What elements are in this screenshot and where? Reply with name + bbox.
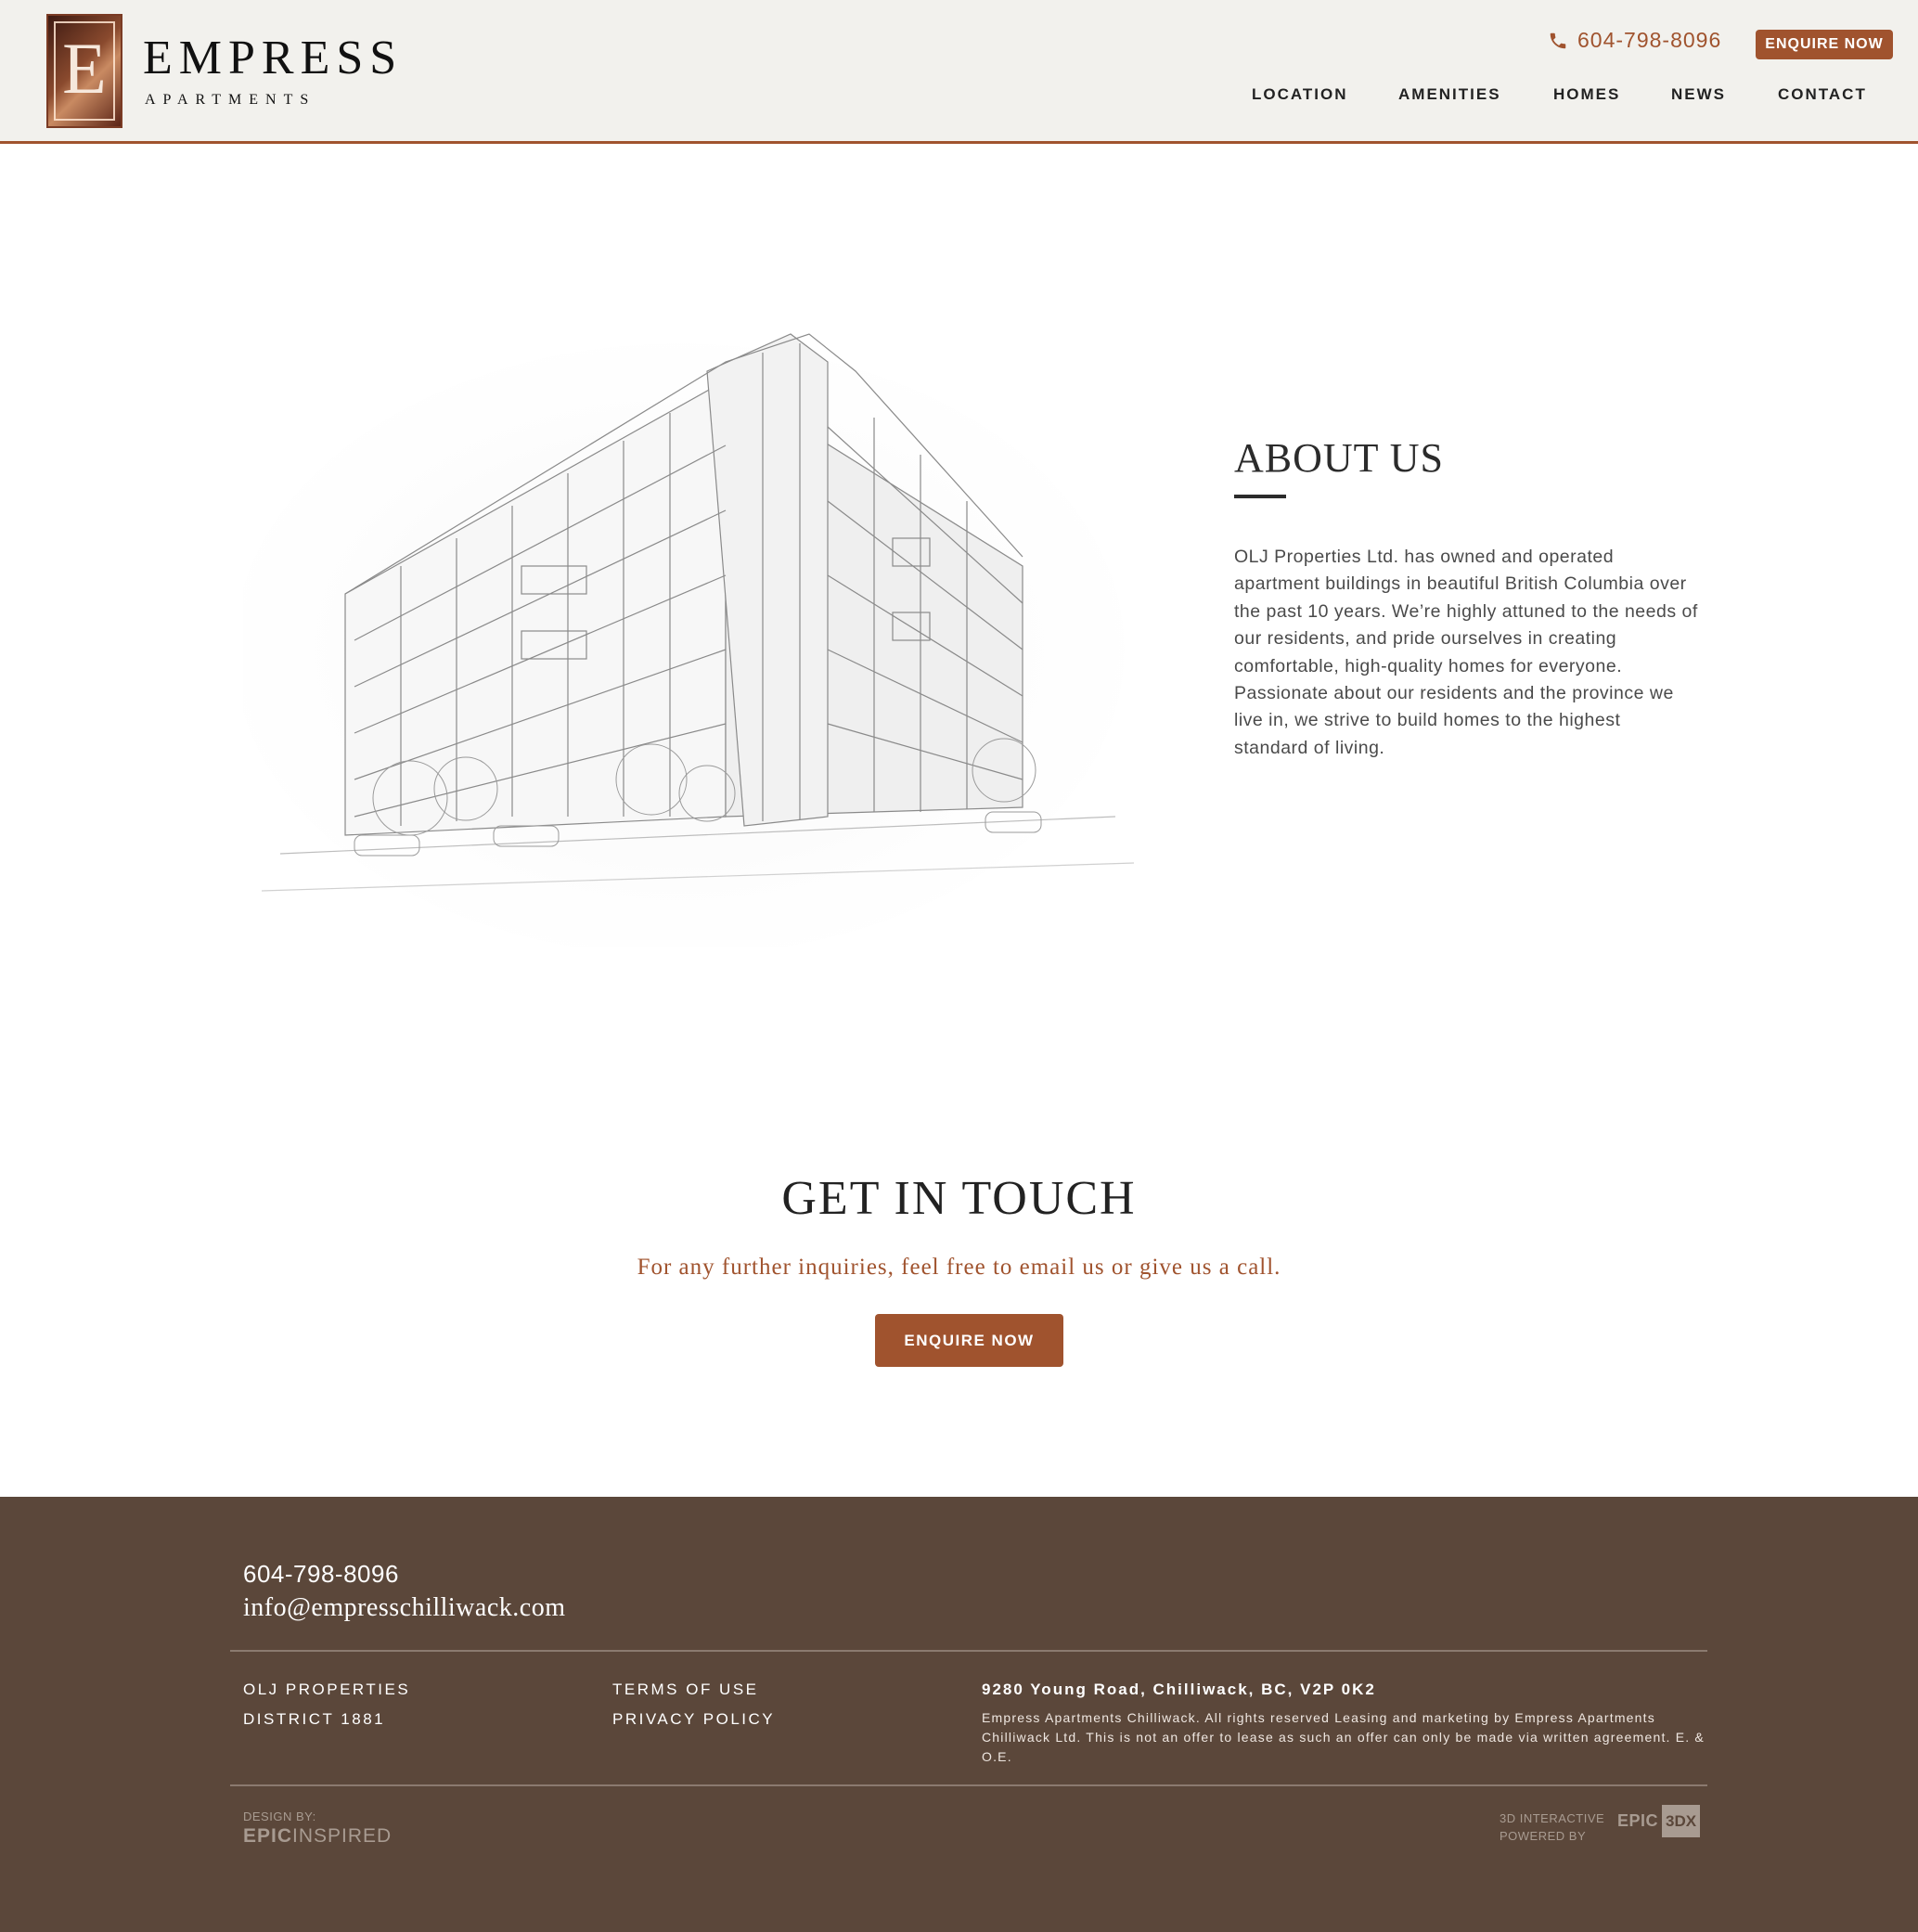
epic3dx-brand-2: 3DX — [1662, 1805, 1701, 1837]
header-enquire-button[interactable]: ENQUIRE NOW — [1756, 30, 1893, 59]
phone-icon — [1550, 32, 1566, 48]
epic-inspired-logo[interactable]: EPICINSPIRED — [243, 1825, 392, 1848]
interactive-powered-label: 3D INTERACTIVE POWERED BY — [1500, 1810, 1604, 1845]
design-brand-bold: EPIC — [243, 1825, 293, 1847]
nav-item-homes[interactable]: HOMES — [1553, 85, 1620, 104]
header-phone-link[interactable]: 604-798-8096 — [1548, 28, 1721, 53]
epic-3dx-logo[interactable]: EPIC 3DX — [1617, 1805, 1701, 1837]
footer-link-district-1881[interactable]: DISTRICT 1881 — [243, 1710, 385, 1729]
site-footer: 604-798-8096 info@empresschilliwack.com … — [0, 1497, 1918, 1932]
footer-link-terms[interactable]: TERMS OF USE — [612, 1681, 759, 1699]
about-body-text: OLJ Properties Ltd. has owned and operat… — [1234, 547, 1698, 758]
brand-logo[interactable]: E EMPRESS APARTMENTS — [46, 14, 403, 128]
interactive-line-2: POWERED BY — [1500, 1829, 1587, 1843]
interactive-line-1: 3D INTERACTIVE — [1500, 1811, 1605, 1825]
design-brand-light: INSPIRED — [292, 1825, 393, 1847]
design-by-label: DESIGN BY: — [243, 1810, 316, 1823]
about-title-underline — [1234, 495, 1286, 498]
nav-item-news[interactable]: NEWS — [1671, 85, 1726, 104]
footer-email-link[interactable]: info@empresschilliwack.com — [243, 1593, 565, 1623]
header-phone-number: 604-798-8096 — [1577, 28, 1722, 52]
brand-title: EMPRESS — [143, 31, 404, 84]
main-nav: LOCATION AMENITIES HOMES NEWS CONTACT — [0, 85, 1918, 108]
contact-enquire-button[interactable]: ENQUIRE NOW — [875, 1314, 1063, 1367]
logo-mark: E — [46, 14, 122, 128]
site-header: E EMPRESS APARTMENTS 604-798-8096 ENQUIR… — [0, 0, 1918, 144]
building-sketch-image — [243, 333, 1135, 947]
epic3dx-brand-1: EPIC — [1617, 1811, 1659, 1830]
nav-item-location[interactable]: LOCATION — [1252, 85, 1348, 104]
nav-item-contact[interactable]: CONTACT — [1778, 85, 1867, 104]
footer-divider-bottom — [230, 1784, 1707, 1786]
nav-item-amenities[interactable]: AMENITIES — [1398, 85, 1501, 104]
contact-subtitle: For any further inquiries, feel free to … — [637, 1255, 1281, 1280]
footer-link-privacy[interactable]: PRIVACY POLICY — [612, 1710, 775, 1729]
about-title: ABOUT US — [1234, 435, 1445, 481]
footer-phone-link[interactable]: 604-798-8096 — [243, 1560, 399, 1589]
footer-link-olj-properties[interactable]: OLJ PROPERTIES — [243, 1681, 410, 1699]
footer-address: 9280 Young Road, Chilliwack, BC, V2P 0K2 — [982, 1681, 1376, 1698]
footer-divider-top — [230, 1650, 1707, 1652]
contact-title: GET IN TOUCH — [781, 1172, 1137, 1225]
footer-legal-text: Empress Apartments Chilliwack. All right… — [982, 1710, 1705, 1764]
